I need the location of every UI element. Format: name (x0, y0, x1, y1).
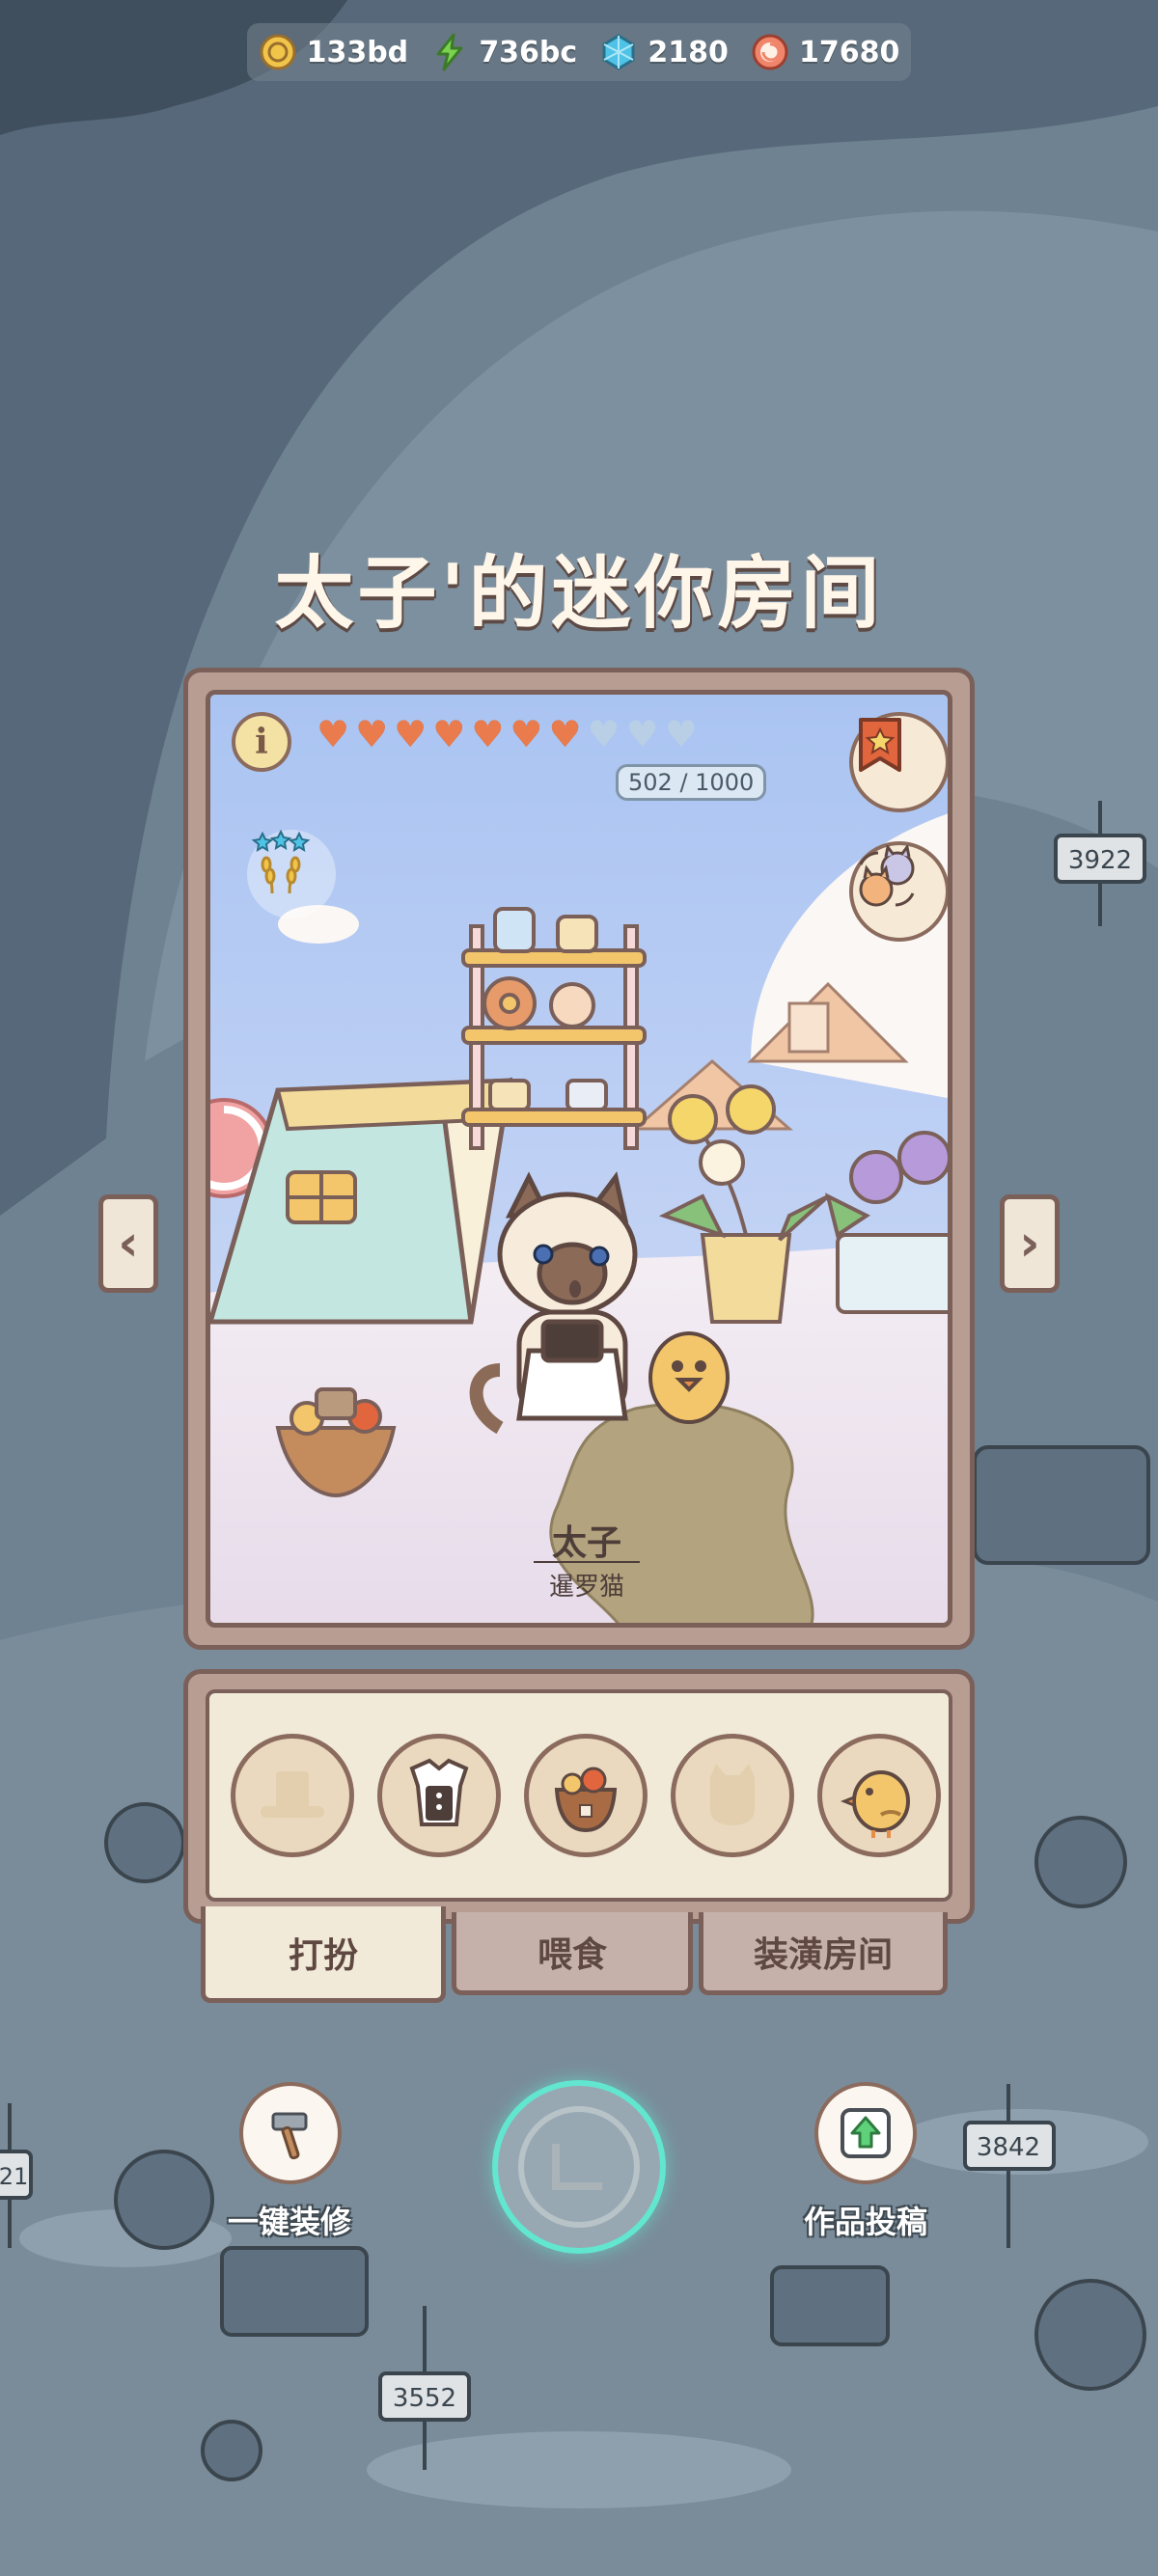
heart-full-icon: ♥ (510, 713, 543, 755)
apron-outfit-icon (409, 1758, 469, 1826)
room-frame: i ♥ ♥ ♥ ♥ ♥ ♥ ♥ ♥ ♥ ♥ 502 / 1000 太子 暹罗猫 (183, 668, 975, 1650)
hat-slot[interactable] (231, 1734, 354, 1857)
currency-gold[interactable]: 133bd (259, 33, 409, 71)
wheat-stars-badge[interactable] (247, 830, 336, 918)
food-bowl-icon (554, 1767, 618, 1833)
info-button[interactable]: i (232, 712, 291, 772)
room-scene: i ♥ ♥ ♥ ♥ ♥ ♥ ♥ ♥ ♥ ♥ 502 / 1000 太子 暹罗猫 (206, 690, 952, 1628)
heart-empty-icon: ♥ (664, 713, 698, 755)
currency-gold-value: 133bd (306, 35, 409, 69)
currency-fishcake[interactable]: 17680 (751, 33, 899, 71)
chick-pet-icon (840, 1770, 910, 1838)
heart-full-icon: ♥ (394, 713, 427, 755)
blue-gem-icon (599, 33, 638, 71)
name-underline (534, 1561, 640, 1563)
heart-full-icon: ♥ (355, 713, 389, 755)
svg-text:21: 21 (0, 2163, 28, 2190)
wheat-icon (251, 830, 311, 894)
bookmark-star-icon (859, 718, 901, 772)
affection-progress-label: 502 / 1000 (616, 764, 767, 801)
tab-dress-up[interactable]: 打扮 (201, 1906, 446, 2003)
center-action-button[interactable] (492, 2080, 666, 2254)
svg-text:3842: 3842 (977, 2133, 1040, 2162)
svg-text:3552: 3552 (393, 2384, 456, 2413)
currency-energy-value: 736bc (479, 35, 578, 69)
currency-energy[interactable]: 736bc (430, 33, 577, 71)
heart-full-icon: ♥ (432, 713, 466, 755)
heart-full-icon: ♥ (471, 713, 505, 755)
companion-slot[interactable] (817, 1734, 941, 1857)
outfit-slot[interactable] (377, 1734, 501, 1857)
submit-work-label: 作品投稿 (803, 2204, 927, 2240)
info-icon: i (255, 722, 268, 762)
heart-empty-icon: ♥ (625, 713, 659, 755)
hammer-icon (271, 2112, 308, 2160)
bookmark-button[interactable] (849, 712, 948, 812)
cat-name: 太子 (551, 1523, 621, 1563)
currency-bar: 133bd 736bc 2180 17680 (247, 23, 911, 81)
pet-slot[interactable] (671, 1734, 794, 1857)
heart-full-icon: ♥ (548, 713, 582, 755)
affection-hearts: ♥ ♥ ♥ ♥ ♥ ♥ ♥ ♥ ♥ ♥ (317, 716, 698, 753)
currency-gem-value: 2180 (648, 35, 729, 69)
currency-gem[interactable]: 2180 (599, 33, 729, 71)
item-panel (183, 1669, 975, 1924)
room-title: 太子'的迷你房间 (274, 548, 884, 640)
switch-cat-button[interactable] (849, 841, 948, 942)
paw-ring-icon (518, 2106, 640, 2228)
fish-cake-icon (751, 33, 789, 71)
energy-bolt-icon (430, 33, 469, 71)
room-illustration (210, 695, 948, 1623)
submit-work-button[interactable] (814, 2082, 917, 2184)
next-room-button[interactable]: › (1000, 1194, 1060, 1293)
chevron-left-icon: ‹ (118, 1215, 139, 1273)
cat-breed: 暹罗猫 (548, 1573, 624, 1602)
heart-full-icon: ♥ (317, 713, 350, 755)
food-slot[interactable] (524, 1734, 648, 1857)
heart-empty-icon: ♥ (587, 713, 620, 755)
tab-feed[interactable]: 喂食 (452, 1912, 693, 1995)
item-slots (206, 1689, 952, 1902)
tab-decorate-room[interactable]: 装潢房间 (699, 1912, 948, 1995)
hat-slot-icon (261, 1771, 324, 1818)
chevron-right-icon: › (1019, 1215, 1040, 1273)
room-tabs: 喂食 装潢房间 打扮 (199, 1906, 951, 2009)
pet-slot-icon (710, 1764, 755, 1825)
one-click-decorate-label: 一键装修 (227, 2204, 351, 2240)
currency-fishcake-value: 17680 (799, 35, 900, 69)
upload-arrow-icon (841, 2108, 891, 2158)
previous-room-button[interactable]: ‹ (98, 1194, 158, 1293)
cat-swap-icon (859, 845, 915, 907)
one-click-decorate-button[interactable] (239, 2082, 342, 2184)
gold-coin-icon (259, 33, 297, 71)
svg-text:3922: 3922 (1068, 846, 1132, 875)
